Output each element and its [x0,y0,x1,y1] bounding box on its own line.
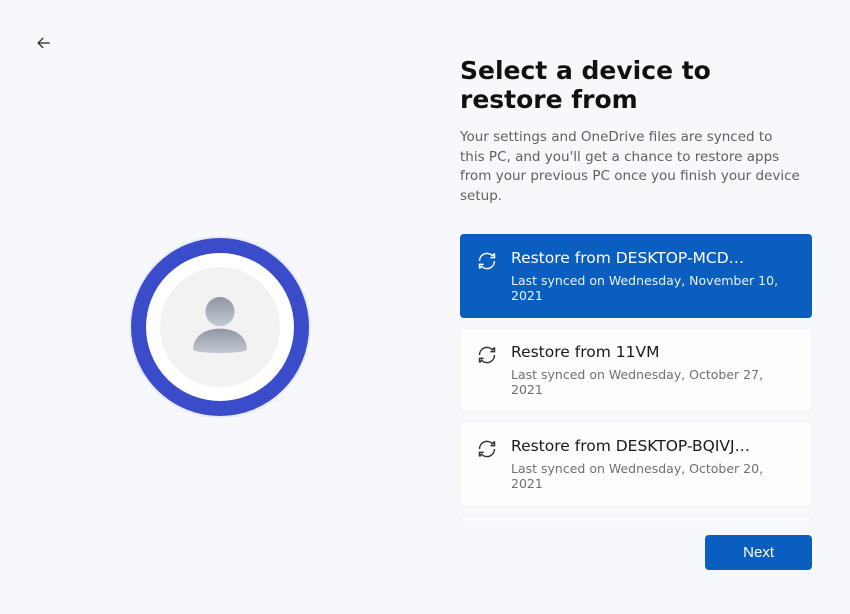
page-title: Select a device to restore from [460,56,812,114]
back-arrow-icon [34,33,54,56]
back-button[interactable] [28,28,60,60]
device-title: Restore from 11VM [511,343,793,361]
device-option-1[interactable]: Restore from 11VM Last synced on Wednesd… [460,328,812,412]
person-icon [181,286,259,368]
device-subtitle: Last synced on Wednesday, October 20, 20… [511,461,793,491]
sync-icon [477,251,497,271]
device-title: Restore from DESKTOP-MCD… [511,249,793,267]
device-option-2[interactable]: Restore from DESKTOP-BQIVJ… Last synced … [460,422,812,506]
device-text: Restore from DESKTOP-MCD… Last synced on… [511,249,793,303]
next-button[interactable]: Next [705,535,812,570]
device-subtitle: Last synced on Wednesday, October 27, 20… [511,367,793,397]
content: Select a device to restore from Your set… [460,56,812,521]
avatar-background [160,267,280,387]
device-subtitle: Last synced on Wednesday, November 10, 2… [511,273,793,303]
device-option-0[interactable]: Restore from DESKTOP-MCD… Last synced on… [460,234,812,318]
avatar-ring [131,238,309,416]
device-text: Restore from DESKTOP-BQIVJ… Last synced … [511,437,793,491]
device-title: Restore from DESKTOP-BQIVJ… [511,437,793,455]
page-description: Your settings and OneDrive files are syn… [460,128,800,206]
footer: Next [460,521,812,594]
device-list: Restore from DESKTOP-MCD… Last synced on… [460,234,812,521]
right-pane: Select a device to restore from Your set… [440,0,850,614]
sync-icon [477,345,497,365]
left-pane [0,0,440,614]
device-text: Restore from 11VM Last synced on Wednesd… [511,343,793,397]
main-layout: Select a device to restore from Your set… [0,0,850,614]
sync-icon [477,439,497,459]
